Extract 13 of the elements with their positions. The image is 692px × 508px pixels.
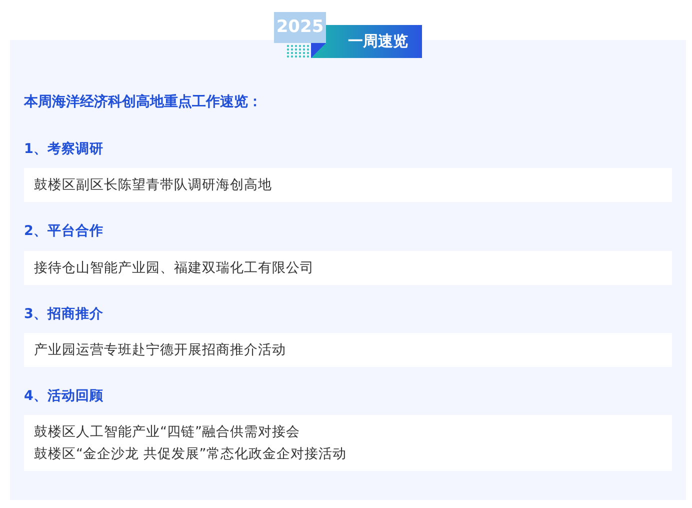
item-text: 鼓楼区“金企沙龙 共促发展”常态化政金企对接活动	[34, 445, 348, 464]
intro-heading: 本周海洋经济科创高地重点工作速览：	[24, 92, 263, 112]
year-label: 2025	[274, 12, 326, 43]
section-heading: 2、平台合作	[24, 222, 104, 242]
item-text: 接待仓山智能产业园、福建双瑞化工有限公司	[34, 258, 315, 278]
dot-grid-icon	[286, 44, 310, 58]
item-text: 鼓楼区人工智能产业“四链”融合供需对接会	[34, 423, 301, 442]
section-heading: 1、考察调研	[24, 140, 104, 159]
section-heading: 3、招商推介	[24, 304, 104, 324]
item-text: 产业园运营专班赴宁德开展招商推介活动	[34, 340, 287, 360]
section-heading: 4、活动回顾	[24, 386, 104, 406]
corner-triangle-icon	[311, 43, 326, 58]
item-text: 鼓楼区副区长陈望青带队调研海创高地	[34, 176, 273, 196]
